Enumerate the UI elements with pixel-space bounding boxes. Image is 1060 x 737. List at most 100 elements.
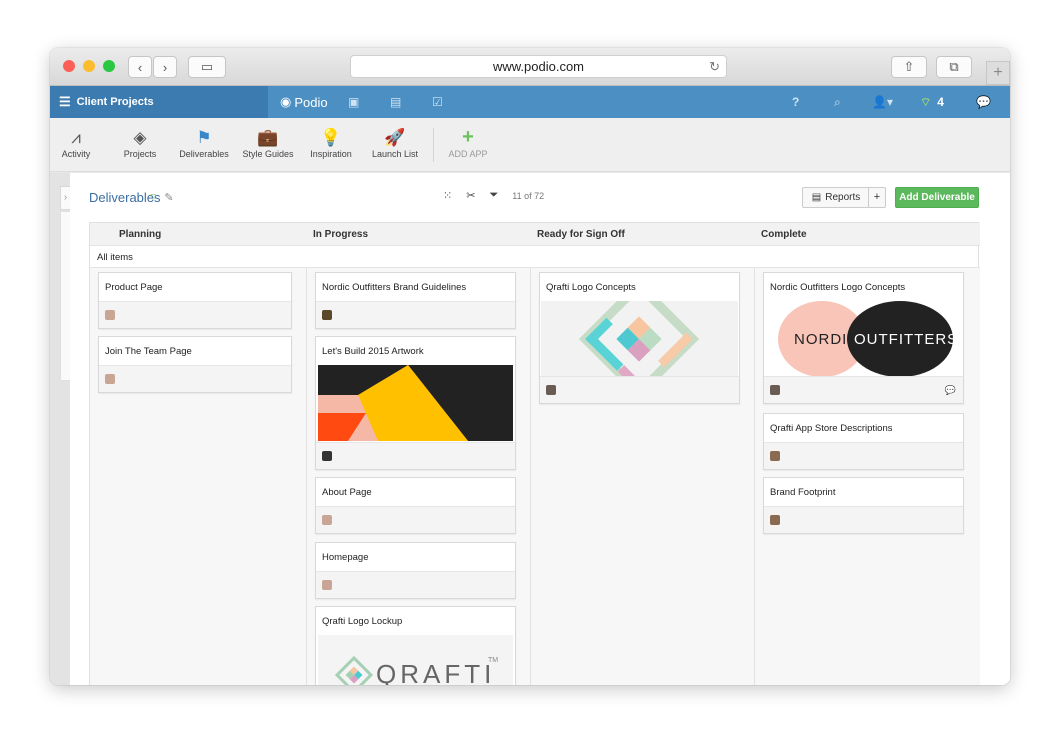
nordic-word: NORDIC	[794, 331, 860, 348]
user-menu-icon[interactable]: 👤▾	[872, 86, 893, 118]
avatar[interactable]	[770, 451, 780, 461]
contacts-icon[interactable]: ▣	[348, 86, 359, 118]
sidebar-toggle-button[interactable]: ▭	[188, 56, 226, 78]
avatar[interactable]	[322, 451, 332, 461]
app-deliverables[interactable]: ⚑ Deliverables	[177, 128, 231, 159]
reports-label: Reports	[825, 192, 861, 203]
card-title: About Page	[322, 487, 372, 498]
avatar[interactable]	[322, 310, 332, 320]
grid-view-icon[interactable]: ⁙	[443, 189, 452, 202]
card-product-page[interactable]: Product Page	[98, 272, 292, 329]
artwork-thumbnail	[318, 365, 513, 441]
notifications-button[interactable]: ⌔ 4	[920, 86, 944, 118]
notification-wave-icon: ⌔	[920, 94, 932, 109]
add-app-button[interactable]: + ADD APP	[444, 127, 492, 159]
avatar[interactable]	[546, 385, 556, 395]
column-header-in-progress: In Progress	[313, 229, 369, 240]
add-report-button[interactable]: +	[868, 187, 886, 208]
app-label: Inspiration	[310, 149, 352, 159]
browser-window: ‹ › ▭ www.podio.com ↻ ⇧ ⧉ + ☰ Client Pro…	[50, 48, 1010, 685]
avatar[interactable]	[105, 374, 115, 384]
filter-icon[interactable]: ⏷	[489, 189, 498, 202]
qrafti-concepts-thumbnail	[541, 301, 738, 377]
app-label: ADD APP	[448, 149, 488, 159]
avatar[interactable]	[105, 310, 115, 320]
card-qrafti-app-store[interactable]: Qrafti App Store Descriptions	[763, 413, 964, 470]
app-inspiration[interactable]: 💡 Inspiration	[308, 128, 354, 159]
chevron-right-icon: ›	[162, 59, 168, 75]
back-button[interactable]: ‹	[128, 56, 152, 78]
comment-icon[interactable]: 💬	[945, 385, 956, 396]
share-button[interactable]: ⇧	[891, 56, 927, 78]
app-activity[interactable]: ⩘ Activity	[60, 128, 92, 159]
card-title: Let's Build 2015 Artwork	[322, 346, 424, 357]
brand-name: Podio	[294, 94, 328, 110]
new-tab-button[interactable]: +	[986, 61, 1010, 85]
workspace-name: Client Projects	[76, 96, 154, 108]
main-content: Deliverables ⌔ ✎ ⁙ ✂ ⏷ 11 of 72 ▤ Report…	[70, 173, 1010, 685]
app-bar: ⩘ Activity ◈ Projects ⚑ Deliverables 💼 S…	[50, 118, 1010, 172]
tasks-icon[interactable]: ☑	[432, 86, 443, 118]
card-lets-build-artwork[interactable]: Let's Build 2015 Artwork	[315, 336, 516, 470]
forward-button[interactable]: ›	[153, 56, 177, 78]
kanban-board: Planning In Progress Ready for Sign Off …	[89, 222, 980, 685]
app-launch-list[interactable]: 🚀 Launch List	[370, 128, 420, 159]
podio-mark-icon: ◉	[280, 94, 292, 109]
card-join-team-page[interactable]: Join The Team Page	[98, 336, 292, 393]
card-footer	[316, 506, 515, 533]
card-nordic-guidelines[interactable]: Nordic Outfitters Brand Guidelines	[315, 272, 516, 329]
column-header-planning: Planning	[119, 229, 162, 240]
avatar[interactable]	[770, 385, 780, 395]
nordic-thumbnail: NORDIC OUTFITTERS	[765, 301, 962, 377]
column-header-ready: Ready for Sign Off	[537, 229, 625, 240]
calendar-icon[interactable]: ▤	[390, 86, 401, 118]
card-about-page[interactable]: About Page	[315, 477, 516, 534]
card-qrafti-concepts[interactable]: Qrafti Logo Concepts	[539, 272, 740, 404]
avatar[interactable]	[770, 515, 780, 525]
card-title: Qrafti Logo Concepts	[546, 282, 636, 293]
column-header-complete: Complete	[761, 229, 807, 240]
podio-topbar: ☰ Client Projects ◉ Podio ▣ ▤ ☑ ? ⌕ 👤▾ ⌔…	[50, 86, 1010, 118]
search-icon[interactable]: ⌕	[834, 86, 841, 118]
reports-button[interactable]: ▤ Reports	[802, 187, 870, 208]
chevron-left-icon: ‹	[137, 59, 143, 75]
flag-icon: ⚑	[196, 128, 212, 147]
tabs-button[interactable]: ⧉	[936, 56, 972, 78]
trademark-mark: TM	[488, 657, 499, 664]
app-style-guides[interactable]: 💼 Style Guides	[240, 128, 296, 159]
workspace-switcher[interactable]: ☰ Client Projects	[50, 86, 268, 118]
wrench-icon[interactable]: ✎	[164, 192, 173, 204]
app-projects[interactable]: ◈ Projects	[118, 128, 162, 159]
group-label: All items	[90, 246, 980, 268]
app-separator	[433, 128, 434, 162]
rss-icon[interactable]: ⌔	[148, 192, 158, 204]
card-brand-footprint[interactable]: Brand Footprint	[763, 477, 964, 534]
qrafti-wordmark: QRAFTI	[376, 659, 496, 685]
card-homepage[interactable]: Homepage	[315, 542, 516, 599]
avatar[interactable]	[322, 580, 332, 590]
qrafti-concepts-image	[578, 301, 700, 377]
app-label: Launch List	[371, 149, 419, 159]
report-icon: ▤	[811, 192, 822, 203]
chat-icon[interactable]: 💬	[976, 86, 991, 118]
qrafti-mark-icon	[334, 655, 374, 685]
avatar[interactable]	[322, 515, 332, 525]
qrafti-thumbnail: QRAFTI TM	[318, 635, 513, 685]
zoom-window-button[interactable]	[103, 60, 115, 72]
minimize-window-button[interactable]	[83, 60, 95, 72]
card-footer	[316, 442, 515, 469]
reload-icon[interactable]: ↻	[709, 56, 720, 77]
card-qrafti-lockup[interactable]: Qrafti Logo Lockup QRAFTI TM	[315, 606, 516, 685]
card-title: Nordic Outfitters Brand Guidelines	[322, 282, 467, 293]
close-window-button[interactable]	[63, 60, 75, 72]
address-bar[interactable]: www.podio.com ↻	[350, 55, 727, 78]
card-footer	[764, 506, 963, 533]
card-nordic-logo-concepts[interactable]: Nordic Outfitters Logo Concepts NORDIC O…	[763, 272, 964, 404]
podio-logo[interactable]: ◉ Podio	[280, 86, 328, 118]
tools-icon[interactable]: ✂	[466, 189, 475, 202]
card-title: Nordic Outfitters Logo Concepts	[770, 282, 906, 293]
help-icon[interactable]: ?	[792, 86, 799, 118]
card-footer	[316, 301, 515, 328]
add-deliverable-button[interactable]: Add Deliverable	[895, 187, 979, 208]
card-footer	[99, 365, 291, 392]
